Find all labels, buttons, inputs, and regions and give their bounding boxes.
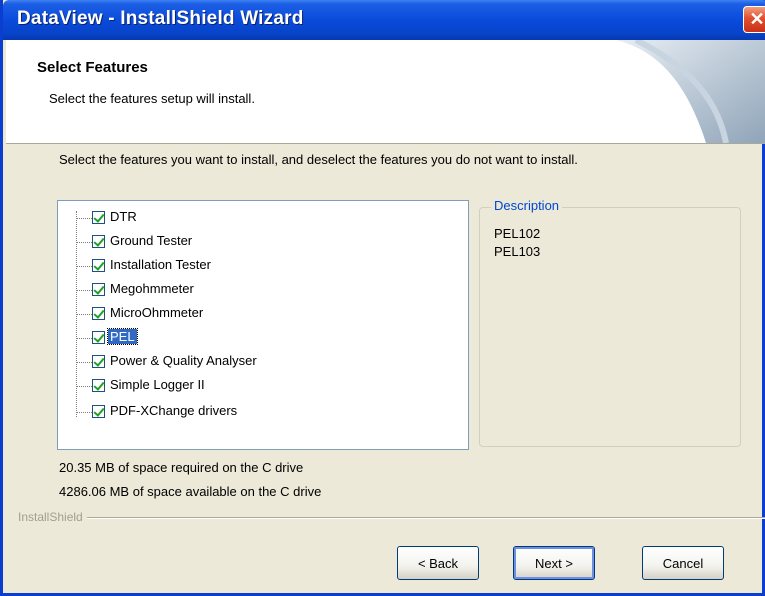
feature-item-simple-logger[interactable]: Simple Logger II xyxy=(58,375,358,397)
feature-item-dtr[interactable]: DTR xyxy=(58,207,358,229)
tree-branch xyxy=(76,314,92,315)
feature-item-pel[interactable]: PEL xyxy=(58,327,358,349)
description-line: PEL102 xyxy=(494,226,541,241)
feature-checkbox[interactable] xyxy=(92,307,105,320)
feature-tree[interactable]: DTR Ground Tester Installation Tester Me… xyxy=(57,200,469,450)
close-icon[interactable]: ✕ xyxy=(743,6,765,33)
feature-checkbox[interactable] xyxy=(92,331,105,344)
feature-label[interactable]: Ground Tester xyxy=(108,233,194,248)
installer-window: DataView - InstallShield Wizard ✕ Select… xyxy=(0,0,765,596)
feature-item-power-quality-analyser[interactable]: Power & Quality Analyser xyxy=(58,351,358,373)
feature-checkbox[interactable] xyxy=(92,211,105,224)
feature-label[interactable]: PEL xyxy=(107,328,138,345)
back-button[interactable]: < Back xyxy=(397,546,479,580)
installshield-brand: InstallShield xyxy=(18,510,87,524)
feature-item-microohmmeter[interactable]: MicroOhmmeter xyxy=(58,303,358,325)
description-legend: Description xyxy=(491,198,563,213)
description-line: PEL103 xyxy=(494,244,541,259)
tree-branch xyxy=(76,362,92,363)
tree-branch xyxy=(76,412,92,413)
feature-label[interactable]: Simple Logger II xyxy=(108,377,207,392)
tree-branch xyxy=(76,266,92,267)
feature-item-installation-tester[interactable]: Installation Tester xyxy=(58,255,358,277)
feature-label[interactable]: DTR xyxy=(108,209,139,224)
header-banner: Select Features Select the features setu… xyxy=(6,40,765,144)
feature-checkbox[interactable] xyxy=(92,379,105,392)
feature-checkbox[interactable] xyxy=(92,235,105,248)
page-subtitle: Select the features setup will install. xyxy=(49,91,255,106)
tree-branch xyxy=(76,386,92,387)
tree-branch xyxy=(76,242,92,243)
feature-checkbox[interactable] xyxy=(92,405,105,418)
instruction-text: Select the features you want to install,… xyxy=(59,152,578,167)
tree-branch xyxy=(76,218,92,219)
next-button[interactable]: Next > xyxy=(513,546,595,580)
feature-label[interactable]: Power & Quality Analyser xyxy=(108,353,259,368)
feature-item-ground-tester[interactable]: Ground Tester xyxy=(58,231,358,253)
feature-label[interactable]: PDF-XChange drivers xyxy=(108,403,239,418)
feature-label[interactable]: Megohmmeter xyxy=(108,281,196,296)
cancel-button[interactable]: Cancel xyxy=(642,546,724,580)
window-title: DataView - InstallShield Wizard xyxy=(17,8,304,29)
description-group xyxy=(479,207,741,447)
feature-checkbox[interactable] xyxy=(92,259,105,272)
feature-item-pdf-xchange[interactable]: PDF-XChange drivers xyxy=(58,401,358,423)
brand-divider: InstallShield xyxy=(6,510,765,526)
feature-label[interactable]: Installation Tester xyxy=(108,257,213,272)
page-title: Select Features xyxy=(37,59,148,76)
feature-label[interactable]: MicroOhmmeter xyxy=(108,305,205,320)
title-bar[interactable]: DataView - InstallShield Wizard xyxy=(3,0,765,40)
divider-line xyxy=(86,517,765,519)
header-graphic xyxy=(596,40,765,143)
space-required-text: 20.35 MB of space required on the C driv… xyxy=(59,460,304,475)
tree-branch xyxy=(76,290,92,291)
space-available-text: 4286.06 MB of space available on the C d… xyxy=(59,484,322,499)
feature-checkbox[interactable] xyxy=(92,355,105,368)
feature-item-megohmmeter[interactable]: Megohmmeter xyxy=(58,279,358,301)
tree-branch xyxy=(76,338,92,339)
feature-checkbox[interactable] xyxy=(92,283,105,296)
